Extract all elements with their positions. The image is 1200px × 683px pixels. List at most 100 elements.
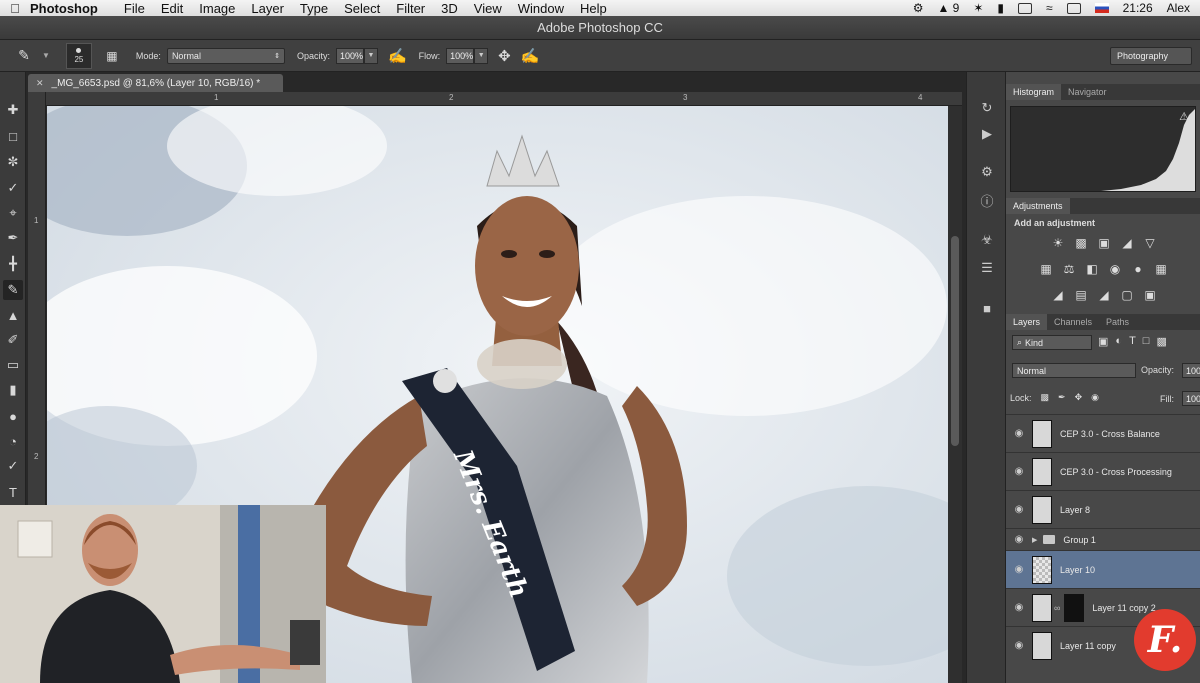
- scrollbar-thumb[interactable]: [951, 236, 959, 446]
- menu-view[interactable]: View: [474, 1, 512, 16]
- brush-tool-icon[interactable]: ✎: [12, 44, 36, 68]
- menu-help[interactable]: Help: [580, 1, 617, 16]
- flow-dropdown-icon[interactable]: ▼: [474, 47, 489, 64]
- filter-adjustment-icon[interactable]: ◐: [1115, 335, 1122, 348]
- fill-input[interactable]: 100%: [1182, 391, 1200, 406]
- gear-icon[interactable]: ⚙: [913, 1, 924, 15]
- tab-channels[interactable]: Channels: [1047, 314, 1099, 330]
- tab-paths[interactable]: Paths: [1099, 314, 1136, 330]
- quick-select-tool-icon[interactable]: ✓: [3, 178, 23, 198]
- menu-file[interactable]: File: [124, 1, 155, 16]
- eraser-tool-icon[interactable]: ▭: [3, 355, 23, 375]
- display-icon[interactable]: [1018, 2, 1033, 14]
- clock[interactable]: 21:26: [1123, 1, 1153, 15]
- layer-filter-select[interactable]: ⌕ Kind: [1012, 335, 1092, 350]
- pressure-opacity-icon[interactable]: ✍: [388, 47, 407, 65]
- clone-source-panel-icon[interactable]: ■: [977, 298, 997, 318]
- vibrance-icon[interactable]: ▽: [1142, 236, 1158, 250]
- flow-input[interactable]: 100%: [446, 47, 475, 64]
- menu-edit[interactable]: Edit: [161, 1, 193, 16]
- layer-row[interactable]: ◉ CEP 3.0 - Cross Processing: [1006, 452, 1200, 490]
- visibility-eye-icon[interactable]: ◉: [1006, 466, 1032, 477]
- mask-link-icon[interactable]: ∞: [1054, 603, 1060, 613]
- healing-brush-tool-icon[interactable]: ╋: [3, 254, 23, 274]
- tab-navigator[interactable]: Navigator: [1061, 84, 1114, 100]
- filter-type-icon[interactable]: T: [1129, 335, 1136, 348]
- type-tool-icon[interactable]: T: [3, 482, 23, 502]
- channel-mixer-icon[interactable]: ●: [1130, 262, 1146, 276]
- brush-size-picker[interactable]: 25: [65, 42, 92, 69]
- layer-row[interactable]: ◉ CEP 3.0 - Cross Balance: [1006, 414, 1200, 452]
- invert-icon[interactable]: ◢: [1050, 288, 1066, 302]
- tab-histogram[interactable]: Histogram: [1006, 84, 1062, 100]
- visibility-eye-icon[interactable]: ◉: [1006, 602, 1032, 613]
- expand-group-icon[interactable]: ▶: [1032, 536, 1037, 544]
- selective-color-icon[interactable]: ▣: [1142, 288, 1158, 302]
- menu-photoshop[interactable]: Photoshop: [30, 1, 108, 16]
- layer-row-selected[interactable]: ◉ Layer 10: [1006, 550, 1200, 588]
- layer-row[interactable]: ◉ Layer 8: [1006, 490, 1200, 528]
- menu-filter[interactable]: Filter: [396, 1, 435, 16]
- menu-select[interactable]: Select: [344, 1, 390, 16]
- crop-tool-icon[interactable]: ⌖: [3, 203, 23, 223]
- lock-position-icon[interactable]: ✥: [1075, 392, 1083, 403]
- document-tab[interactable]: ✕ _MG_6653.psd @ 81,6% (Layer 10, RGB/16…: [28, 74, 283, 92]
- menu-3d[interactable]: 3D: [441, 1, 468, 16]
- menu-layer[interactable]: Layer: [251, 1, 294, 16]
- adobe-status-icon[interactable]: ▲ 9: [937, 1, 959, 15]
- visibility-eye-icon[interactable]: ◉: [1006, 640, 1032, 651]
- curves-icon[interactable]: ▣: [1096, 236, 1112, 250]
- history-brush-tool-icon[interactable]: ✐: [3, 330, 23, 350]
- brush-panel-toggle-icon[interactable]: ▦: [100, 44, 124, 68]
- pressure-size-icon[interactable]: ✍: [521, 47, 540, 65]
- history-panel-icon[interactable]: ↻: [977, 98, 997, 118]
- wifi-icon[interactable]: ≈: [1046, 1, 1053, 15]
- user-name[interactable]: Alex: [1167, 1, 1190, 15]
- ruler-horizontal[interactable]: 1 2 3 4: [46, 92, 962, 106]
- lock-all-icon[interactable]: ◉: [1091, 392, 1099, 403]
- group-row[interactable]: ◉ ▶ Group 1: [1006, 528, 1200, 550]
- warning-icon[interactable]: ⚠: [1179, 110, 1189, 123]
- threshold-icon[interactable]: ◢: [1096, 288, 1112, 302]
- tool-preset-chevron-down-icon[interactable]: ▼: [42, 51, 50, 60]
- tab-adjustments[interactable]: Adjustments: [1006, 198, 1070, 214]
- menu-window[interactable]: Window: [518, 1, 574, 16]
- info-panel-icon[interactable]: ⓘ: [977, 190, 997, 210]
- color-lookup-icon[interactable]: ▦: [1153, 262, 1169, 276]
- color-balance-icon[interactable]: ⚖: [1061, 262, 1077, 276]
- apple-icon[interactable]: : [0, 1, 30, 16]
- lasso-tool-icon[interactable]: ✼: [3, 152, 23, 172]
- eyedropper-tool-icon[interactable]: ✒: [3, 228, 23, 248]
- levels-icon[interactable]: ▩: [1073, 236, 1089, 250]
- exposure-icon[interactable]: ◢: [1119, 236, 1135, 250]
- lock-transparency-icon[interactable]: ▩: [1041, 392, 1050, 403]
- battery-icon[interactable]: ▮: [997, 1, 1004, 15]
- clone-stamp-tool-icon[interactable]: ▲: [3, 305, 23, 325]
- bluetooth-icon[interactable]: ✶: [973, 1, 983, 15]
- canvas-vertical-scrollbar[interactable]: [948, 106, 962, 683]
- layer-opacity-input[interactable]: 100%: [1182, 363, 1200, 378]
- character-panel-icon[interactable]: ⚙: [977, 162, 997, 182]
- close-document-icon[interactable]: ✕: [36, 78, 44, 89]
- mode-select[interactable]: Normal ⇕: [166, 47, 285, 64]
- lock-pixels-icon[interactable]: ✒: [1058, 392, 1066, 403]
- hue-saturation-icon[interactable]: ▦: [1038, 262, 1054, 276]
- filter-shape-icon[interactable]: □: [1143, 335, 1150, 348]
- filter-pixel-icon[interactable]: ▣: [1098, 335, 1108, 348]
- opacity-input[interactable]: 100%: [335, 47, 364, 64]
- blur-tool-icon[interactable]: ●: [3, 406, 23, 426]
- layer-mask-thumbnail[interactable]: [1064, 593, 1085, 622]
- menu-type[interactable]: Type: [300, 1, 338, 16]
- filter-smart-icon[interactable]: ▩: [1156, 335, 1166, 348]
- visibility-eye-icon[interactable]: ◉: [1006, 428, 1032, 439]
- actions-panel-icon[interactable]: ▶: [977, 124, 997, 144]
- brightness-icon[interactable]: ☀: [1050, 236, 1066, 250]
- menu-image[interactable]: Image: [199, 1, 245, 16]
- airbrush-icon[interactable]: ✥: [498, 47, 511, 65]
- opacity-dropdown-icon[interactable]: ▼: [363, 47, 378, 64]
- photo-filter-icon[interactable]: ◉: [1107, 262, 1123, 276]
- blend-mode-select[interactable]: Normal: [1012, 363, 1136, 378]
- volume-icon[interactable]: [1066, 2, 1081, 14]
- brush-presets-panel-icon[interactable]: ☣: [977, 230, 997, 250]
- visibility-eye-icon[interactable]: ◉: [1006, 564, 1032, 575]
